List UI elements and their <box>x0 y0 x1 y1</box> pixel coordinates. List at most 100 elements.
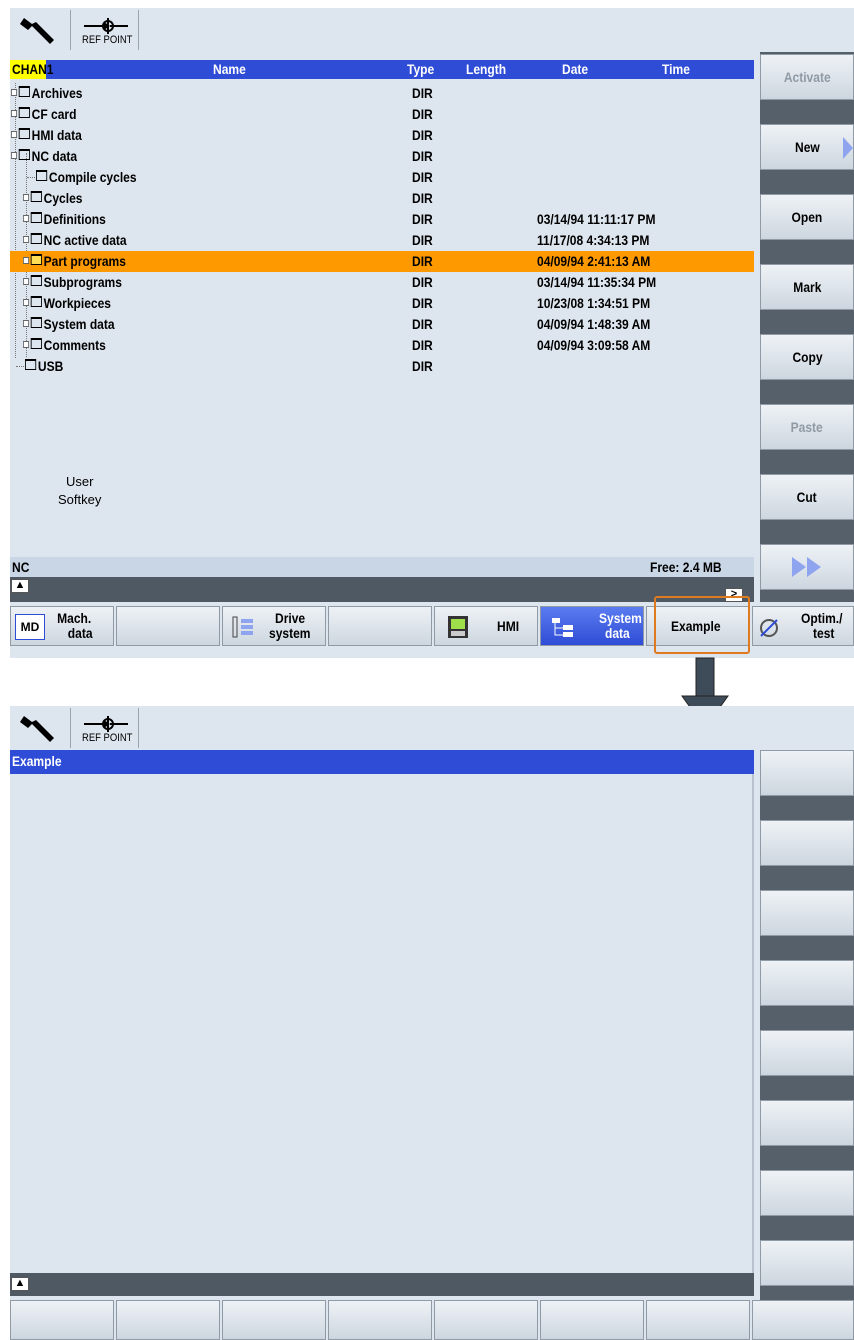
hmi-softkey[interactable]: HMI <box>434 606 538 646</box>
row-name: Comments <box>43 337 106 353</box>
wrench-icon[interactable] <box>10 10 71 50</box>
row-type: DIR <box>412 316 433 332</box>
row-name: Cycles <box>43 190 83 206</box>
expand-icon[interactable] <box>23 257 30 264</box>
vertical-softkey-7[interactable] <box>760 1170 854 1216</box>
scroll-up-button[interactable]: ▲ <box>11 1277 29 1291</box>
expand-icon[interactable] <box>11 131 18 138</box>
col-type[interactable]: Type <box>407 61 434 77</box>
tree-row-system-data[interactable]: System data DIR 04/09/94 1:48:39 AM <box>10 314 754 335</box>
tree-row-nc-data[interactable]: NC data DIR <box>10 146 754 167</box>
wrench-icon[interactable] <box>10 708 71 748</box>
system-data-icon <box>552 618 573 637</box>
new-softkey[interactable]: New <box>760 124 854 170</box>
row-name: System data <box>43 316 115 332</box>
expand-icon[interactable] <box>23 236 30 243</box>
col-length[interactable]: Length <box>466 61 506 77</box>
row-date: 03/14/94 11:35:34 PM <box>537 274 657 290</box>
vertical-softkey-5[interactable] <box>760 1030 854 1076</box>
expand-icon[interactable] <box>23 299 30 306</box>
scroll-bar[interactable]: ▲ <box>10 1273 754 1296</box>
tree-row-archives[interactable]: Archives DIR <box>10 83 754 104</box>
tree-row-compile-cycles[interactable]: Compile cycles DIR <box>10 167 754 188</box>
vertical-softkey-4[interactable] <box>760 960 854 1006</box>
tree-row-part-programs[interactable]: Part programs DIR 04/09/94 2:41:13 AM <box>10 251 754 272</box>
empty-softkey[interactable] <box>116 606 220 646</box>
folder-icon <box>36 170 48 181</box>
row-date: 03/14/94 11:11:17 PM <box>537 211 656 227</box>
folder-icon <box>30 275 42 286</box>
tree-row-usb[interactable]: USB DIR <box>10 356 754 377</box>
drive-system-softkey[interactable]: Drive system <box>222 606 326 646</box>
row-name: USB <box>37 358 64 374</box>
softkey-label-1: HMI <box>497 618 520 634</box>
top-toolbar: REF POINT <box>10 8 854 52</box>
open-softkey[interactable]: Open <box>760 194 854 240</box>
system-data-softkey[interactable]: System data <box>540 606 644 646</box>
softkey-label: Mark <box>792 279 822 295</box>
expand-icon[interactable] <box>23 341 30 348</box>
vertical-softkey-1[interactable] <box>760 750 854 796</box>
horizontal-softkey-6[interactable] <box>540 1300 644 1340</box>
ref-point-icon[interactable]: REF POINT <box>74 10 139 50</box>
expand-icon[interactable] <box>23 215 30 222</box>
tree-row-definitions[interactable]: Definitions DIR 03/14/94 11:11:17 PM <box>10 209 754 230</box>
empty-softkey[interactable] <box>328 606 432 646</box>
file-list-header: CHAN1 Name Type Length Date Time <box>10 60 754 79</box>
ref-point-icon[interactable]: REF POINT <box>74 708 139 748</box>
tree-row-comments[interactable]: Comments DIR 04/09/94 3:09:58 AM <box>10 335 754 356</box>
top-screen: REF POINT CHAN1 Name Type Length Date Ti… <box>10 8 854 658</box>
tree-row-cf-card[interactable]: CF card DIR <box>10 104 754 125</box>
vertical-softkey-3[interactable] <box>760 890 854 936</box>
vertical-softkey-8[interactable] <box>760 1240 854 1286</box>
optim-test-softkey[interactable]: Optim./ test <box>752 606 854 646</box>
horizontal-softkey-8[interactable] <box>752 1300 854 1340</box>
expand-icon[interactable] <box>23 320 30 327</box>
row-type: DIR <box>412 148 433 164</box>
vertical-softkey-2[interactable] <box>760 820 854 866</box>
cut-softkey[interactable]: Cut <box>760 474 854 520</box>
horizontal-softkey-5[interactable] <box>434 1300 538 1340</box>
collapse-icon[interactable] <box>11 152 18 159</box>
vertical-softkey-6[interactable] <box>760 1100 854 1146</box>
horizontal-softkey-7[interactable] <box>646 1300 750 1340</box>
tree-row-subprograms[interactable]: Subprograms DIR 03/14/94 11:35:34 PM <box>10 272 754 293</box>
horizontal-softkey-3[interactable] <box>222 1300 326 1340</box>
paste-softkey[interactable]: Paste <box>760 404 854 450</box>
scroll-up-button[interactable]: ▲ <box>11 579 29 593</box>
expand-icon[interactable] <box>23 278 30 285</box>
row-name: HMI data <box>31 127 82 143</box>
top-toolbar: REF POINT <box>10 706 854 750</box>
row-type: DIR <box>412 127 433 143</box>
horizontal-softkey-4[interactable] <box>328 1300 432 1340</box>
activate-softkey[interactable]: Activate <box>760 54 854 100</box>
expand-icon[interactable] <box>11 89 18 96</box>
tree-row-cycles[interactable]: Cycles DIR <box>10 188 754 209</box>
row-type: DIR <box>412 169 433 185</box>
window-header: Example <box>10 750 754 774</box>
col-time[interactable]: Time <box>662 61 690 77</box>
tree-row-workpieces[interactable]: Workpieces DIR 10/23/08 1:34:51 PM <box>10 293 754 314</box>
expand-icon[interactable] <box>11 110 18 117</box>
tree-row-nc-active-data[interactable]: NC active data DIR 11/17/08 4:34:13 PM <box>10 230 754 251</box>
vertical-softkey-bar: Activate New Open Mark Copy Paste Cut <box>760 52 854 602</box>
col-name[interactable]: Name <box>213 61 246 77</box>
softkey-label-1: Drive <box>275 610 306 626</box>
expand-icon[interactable] <box>23 194 30 201</box>
more-softkey[interactable] <box>760 544 854 590</box>
mark-softkey[interactable]: Mark <box>760 264 854 310</box>
user-softkey-line1: User <box>65 474 94 489</box>
mach-data-softkey[interactable]: MD Mach. data <box>10 606 114 646</box>
tree-row-hmi-data[interactable]: HMI data DIR <box>10 125 754 146</box>
horizontal-softkey-2[interactable] <box>116 1300 220 1340</box>
copy-softkey[interactable]: Copy <box>760 334 854 380</box>
softkey-label: New <box>794 139 820 155</box>
scroll-bar[interactable]: ▲ > <box>10 577 754 602</box>
col-date[interactable]: Date <box>562 61 588 77</box>
softkey-label-2: data <box>67 625 93 641</box>
horizontal-softkey-1[interactable] <box>10 1300 114 1340</box>
row-date: 04/09/94 3:09:58 AM <box>537 337 651 353</box>
hmi-icon <box>448 616 468 638</box>
bottom-screen: REF POINT Example ▲ <box>10 706 854 1340</box>
row-type: DIR <box>412 274 433 290</box>
